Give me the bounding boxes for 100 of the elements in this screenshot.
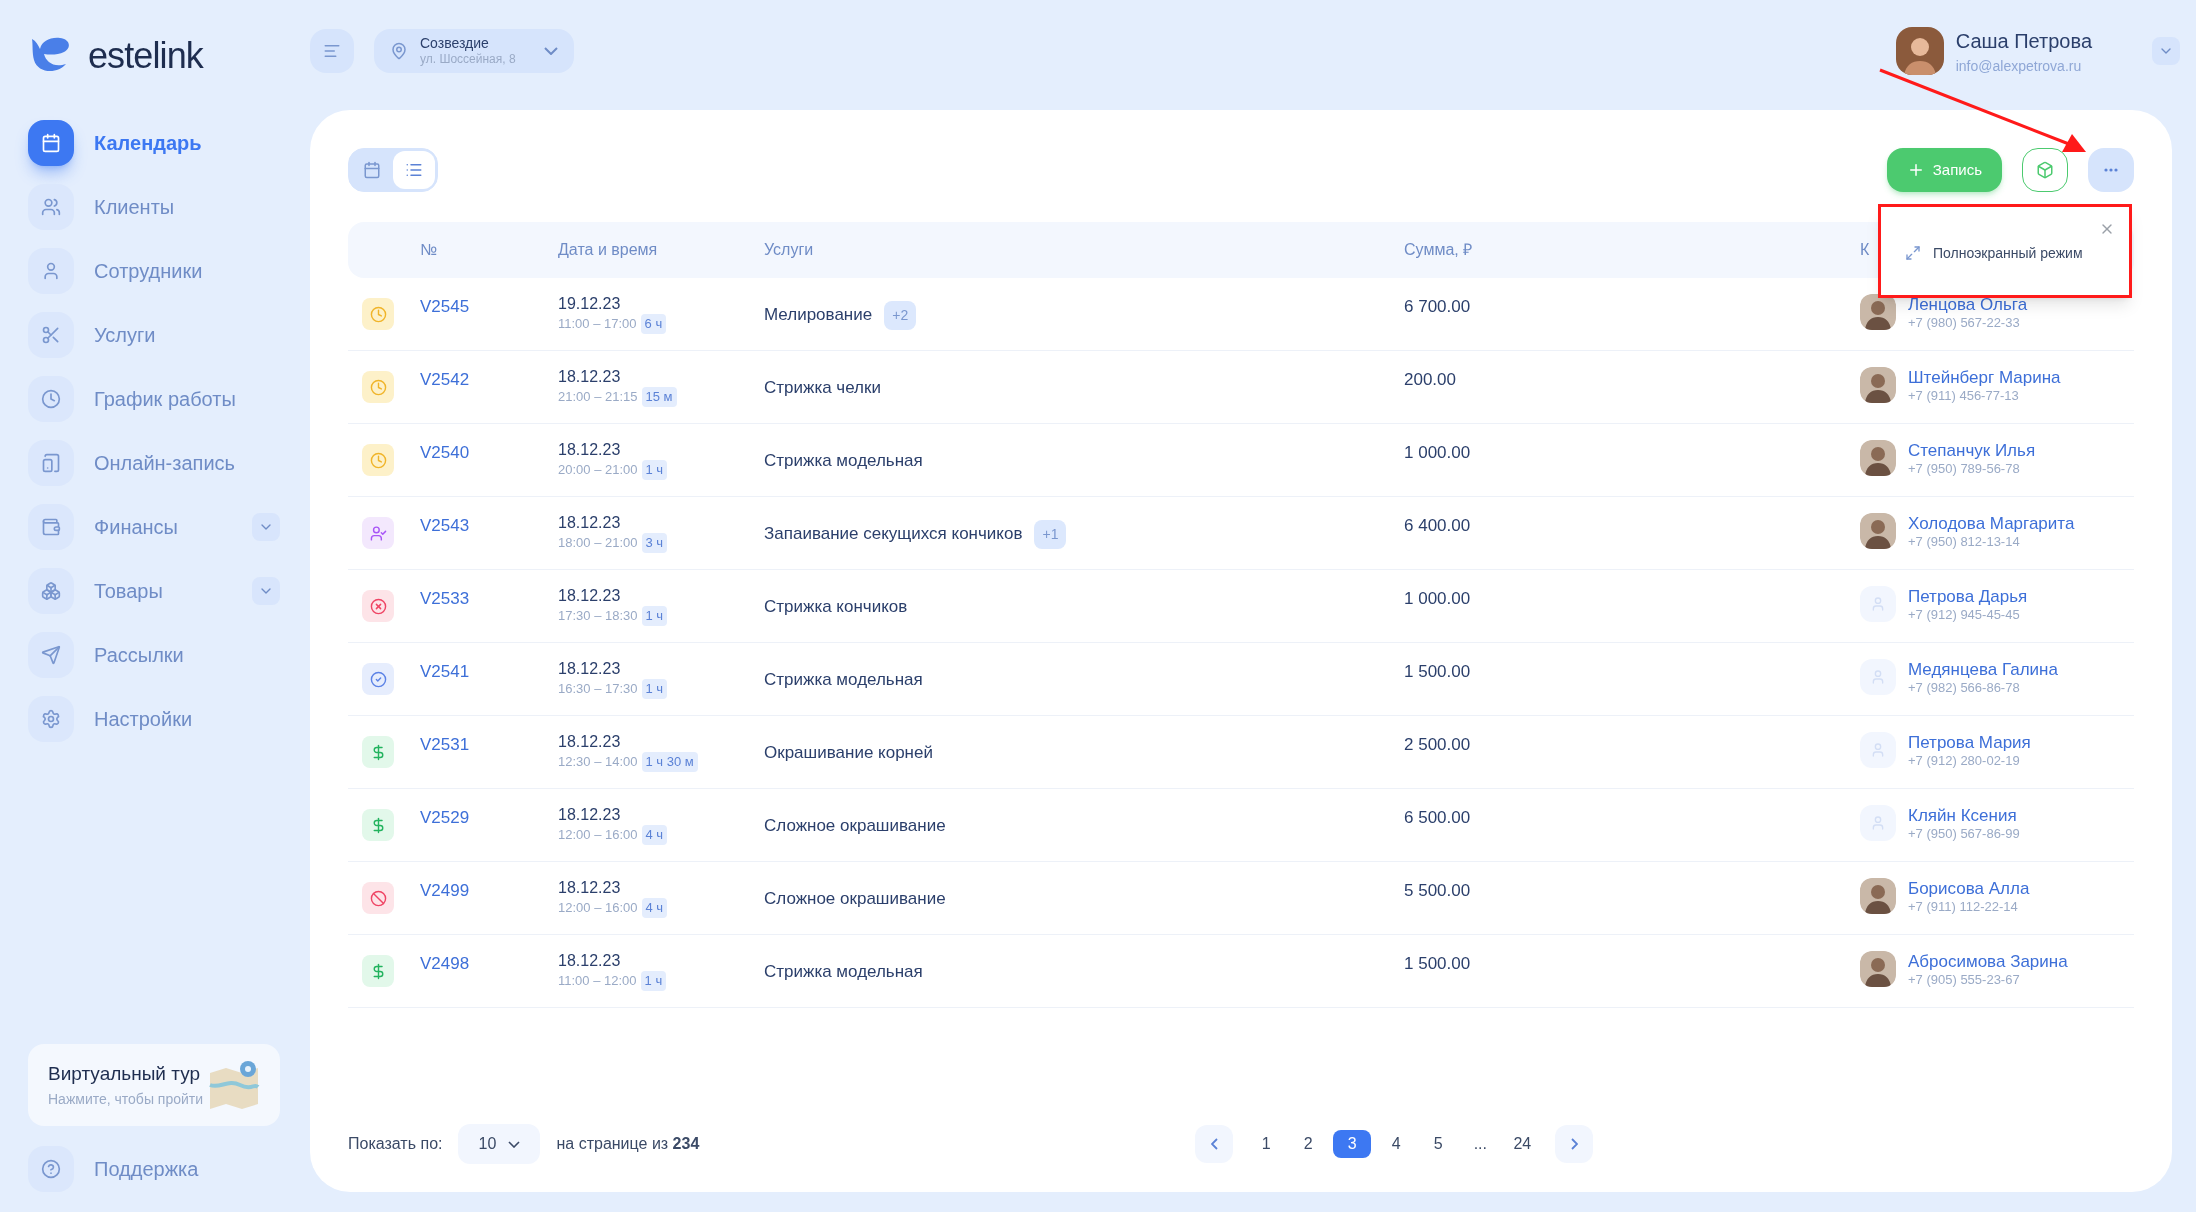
location-selector[interactable]: Созвездие ул. Шоссейная, 8: [374, 29, 574, 73]
client-phone: +7 (911) 112-22-14: [1908, 899, 2019, 916]
time-range: 20:00 – 21:00: [558, 461, 638, 479]
service-name: Стрижка челки: [764, 377, 881, 400]
column-header: Дата и время: [558, 240, 658, 260]
date-text: 19.12.23: [558, 294, 622, 314]
page-button[interactable]: 5: [1421, 1130, 1456, 1158]
sidebar-item[interactable]: Календарь: [28, 120, 280, 166]
menu-icon: [323, 42, 341, 60]
client-link[interactable]: Петрова Мария: [1908, 732, 2031, 754]
appointment-link[interactable]: V2540: [420, 443, 470, 462]
appointment-link[interactable]: V2543: [420, 516, 470, 535]
user-avatar: [1895, 27, 1944, 75]
page-button[interactable]: 4: [1379, 1130, 1414, 1158]
nav-icon: [28, 120, 74, 166]
chevron-down-icon: [544, 47, 558, 55]
nav-icon: [28, 632, 74, 678]
client-phone: +7 (980) 567-22-33: [1908, 315, 2021, 332]
appointment-link[interactable]: V2499: [420, 881, 470, 900]
appointment-link[interactable]: V2541: [420, 662, 470, 681]
time-range: 12:30 – 14:00: [558, 753, 638, 771]
page-size-select[interactable]: 10: [458, 1124, 541, 1164]
sidebar-item[interactable]: Онлайн-запись: [28, 440, 280, 486]
next-page-button[interactable]: [1555, 1125, 1594, 1163]
nav-icon: [28, 312, 74, 358]
calendar-icon: [363, 161, 381, 179]
chevron-left-icon: [1210, 1138, 1218, 1150]
client-phone: +7 (950) 789-56-78: [1908, 461, 2021, 478]
sidebar-item[interactable]: Товары: [28, 568, 280, 614]
appointment-link[interactable]: V2533: [420, 589, 470, 608]
client-link[interactable]: Ленцова Ольга: [1908, 294, 2028, 316]
sum-text: 1 500.00: [1404, 662, 1471, 681]
client-link[interactable]: Холодова Маргарита: [1908, 513, 2075, 535]
client-phone: +7 (950) 567-86-99: [1908, 826, 2020, 843]
duration-badge: 3 ч: [641, 533, 668, 553]
client-link[interactable]: Борисова Алла: [1908, 878, 2030, 900]
expand-chevron-icon[interactable]: [252, 513, 280, 541]
page-button[interactable]: 1: [1249, 1130, 1284, 1158]
nav-icon: [28, 696, 74, 742]
sidebar-item[interactable]: Сотрудники: [28, 248, 280, 294]
page-button[interactable]: ...: [1463, 1130, 1498, 1158]
page-button[interactable]: 2: [1291, 1130, 1326, 1158]
help-icon: [41, 1159, 61, 1179]
tour-title: Виртуальный тур: [48, 1062, 201, 1087]
menu-button[interactable]: [310, 29, 354, 73]
fullscreen-menu-item[interactable]: Полноэкранный режим: [1905, 242, 2083, 264]
sidebar-item[interactable]: График работы: [28, 376, 280, 422]
support-link[interactable]: Поддержка: [28, 1146, 280, 1192]
map-pin-icon: [390, 42, 408, 60]
virtual-tour-card[interactable]: Виртуальный тур Нажмите, чтобы пройти: [28, 1044, 280, 1126]
user-name: Саша Петрова: [1955, 28, 2092, 54]
service-name: Стрижка модельная: [764, 450, 923, 473]
previous-page-button[interactable]: [1195, 1125, 1234, 1163]
client-phone: +7 (905) 555-23-67: [1908, 972, 2021, 989]
sum-text: 6 500.00: [1404, 808, 1471, 827]
client-link[interactable]: Петрова Дарья: [1908, 586, 2028, 608]
appointment-link[interactable]: V2498: [420, 954, 470, 973]
column-header: К: [1860, 240, 1870, 260]
column-header: Услуги: [764, 240, 814, 260]
duration-badge: 1 ч: [641, 679, 668, 699]
date-text: 18.12.23: [558, 951, 622, 971]
date-text: 18.12.23: [558, 586, 622, 606]
date-text: 18.12.23: [558, 805, 622, 825]
page-button[interactable]: 24: [1505, 1130, 1540, 1158]
page-button[interactable]: 3: [1333, 1130, 1372, 1158]
appointment-link[interactable]: V2542: [420, 370, 470, 389]
nav-icon: [28, 504, 74, 550]
client-link[interactable]: Абросимова Зарина: [1908, 951, 2068, 973]
sidebar-item[interactable]: Услуги: [28, 312, 280, 358]
service-name: Стрижка кончиков: [764, 596, 908, 619]
client-phone: +7 (912) 280-02-19: [1908, 753, 2021, 770]
duration-badge: 1 ч: [640, 971, 667, 991]
client-link[interactable]: Степанчук Илья: [1908, 440, 2036, 462]
client-link[interactable]: Кляйн Ксения: [1908, 805, 2020, 827]
time-range: 12:00 – 16:00: [558, 899, 638, 917]
sidebar-item[interactable]: Рассылки: [28, 632, 280, 678]
appointment-link[interactable]: V2531: [420, 735, 470, 754]
appointment-link[interactable]: V2545: [420, 297, 470, 316]
sum-text: 1 500.00: [1404, 954, 1471, 973]
client-link[interactable]: Штейнберг Марина: [1908, 367, 2061, 389]
time-range: 12:00 – 16:00: [558, 826, 638, 844]
duration-badge: 15 м: [641, 387, 677, 407]
client-link[interactable]: Медянцева Галина: [1908, 659, 2058, 681]
sum-text: 6 400.00: [1404, 516, 1471, 535]
user-menu-chevron[interactable]: [2152, 37, 2180, 65]
date-text: 18.12.23: [558, 659, 622, 679]
date-text: 18.12.23: [558, 513, 622, 533]
date-text: 18.12.23: [558, 732, 622, 752]
time-range: 11:00 – 17:00: [558, 315, 637, 333]
more-button[interactable]: [2088, 148, 2134, 192]
nav-icon: [28, 184, 74, 230]
sidebar-item[interactable]: Финансы: [28, 504, 280, 550]
more-icon: [2104, 168, 2118, 172]
sidebar-item[interactable]: Настройки: [28, 696, 280, 742]
appointment-link[interactable]: V2529: [420, 808, 470, 827]
sidebar-item[interactable]: Клиенты: [28, 184, 280, 230]
service-name: Сложное окрашивание: [764, 815, 946, 838]
service-name: Стрижка модельная: [764, 669, 923, 692]
list-view-button[interactable]: [393, 151, 435, 189]
expand-chevron-icon[interactable]: [252, 577, 280, 605]
